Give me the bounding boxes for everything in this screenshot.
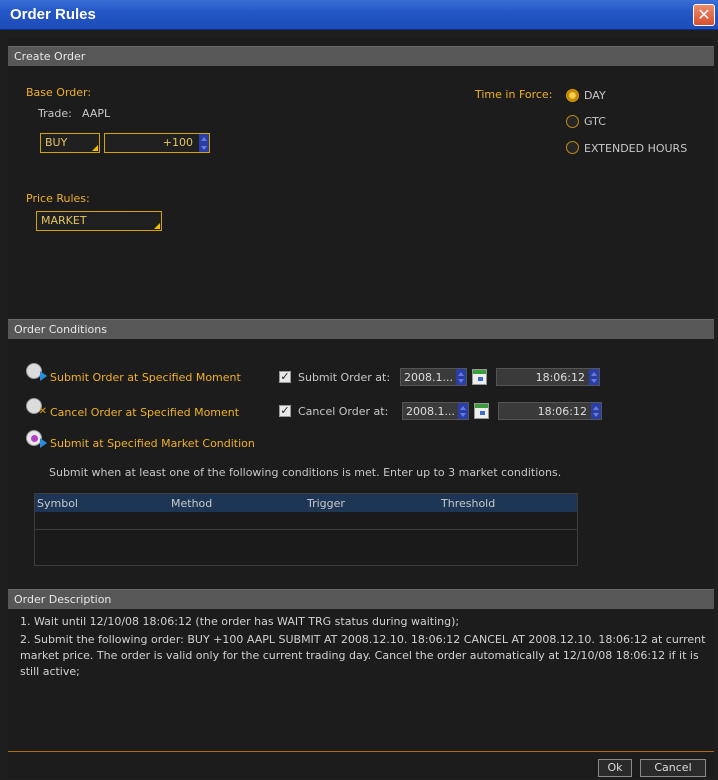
cancel-time-spin-icon[interactable] — [591, 403, 601, 419]
tif-day-label: DAY — [584, 89, 606, 102]
market-condition-icon — [26, 430, 47, 448]
ok-button[interactable]: Ok — [598, 759, 632, 777]
cancel-date-field[interactable]: 2008.1... — [402, 402, 469, 420]
submit-moment-condition[interactable]: Submit Order at Specified Moment — [50, 371, 241, 384]
column-method: Method — [171, 497, 213, 510]
column-symbol: Symbol — [37, 497, 78, 510]
window-title: Order Rules — [10, 6, 96, 23]
table-header: Symbol Method Trigger Threshold — [35, 494, 577, 512]
order-conditions-header: Order Conditions — [8, 319, 714, 339]
submit-moment-icon — [26, 363, 47, 381]
submit-date-value: 2008.1... — [404, 371, 453, 384]
cancel-calendar-icon[interactable] — [474, 403, 489, 419]
quantity-stepper[interactable]: +100 — [104, 133, 210, 153]
trade-label: Trade: — [38, 107, 72, 120]
market-condition[interactable]: Submit at Specified Market Condition — [50, 437, 255, 450]
tif-extended-hours-label: EXTENDED HOURS — [584, 142, 688, 155]
time-in-force-label: Time in Force: — [475, 88, 553, 101]
dropdown-corner-icon — [92, 145, 98, 151]
submit-time-field[interactable]: 18:06:12 — [496, 368, 600, 386]
order-description-header: Order Description — [8, 589, 714, 609]
price-rule-dropdown[interactable]: MARKET — [36, 211, 162, 231]
submit-date-spin-icon[interactable] — [456, 369, 466, 385]
cancel-order-at-label: Cancel Order at: — [298, 405, 389, 418]
trade-symbol: AAPL — [82, 107, 111, 120]
tif-gtc-radio[interactable] — [566, 115, 579, 128]
table-row[interactable] — [35, 529, 577, 530]
dropdown-corner-icon — [154, 223, 160, 229]
submit-time-spin-icon[interactable] — [589, 369, 599, 385]
footer-divider — [8, 751, 714, 752]
submit-order-checkbox[interactable]: ✓ — [279, 371, 291, 383]
price-rules-label: Price Rules: — [26, 192, 90, 205]
column-threshold: Threshold — [441, 497, 496, 510]
market-instruction: Submit when at least one of the followin… — [49, 466, 562, 479]
submit-date-field[interactable]: 2008.1... — [400, 368, 467, 386]
cancel-moment-condition[interactable]: Cancel Order at Specified Moment — [50, 406, 239, 419]
tif-extended-hours-radio[interactable] — [566, 141, 579, 154]
submit-calendar-icon[interactable] — [472, 369, 487, 385]
column-trigger: Trigger — [307, 497, 345, 510]
side-dropdown[interactable]: BUY — [40, 133, 100, 153]
description-line-1: 1. Wait until 12/10/08 18:06:12 (the ord… — [20, 615, 460, 628]
cancel-order-checkbox[interactable]: ✓ — [279, 405, 291, 417]
side-value: BUY — [45, 136, 68, 149]
close-button[interactable]: ✕ — [693, 4, 715, 26]
price-rule-value: MARKET — [41, 214, 87, 227]
cancel-date-value: 2008.1... — [406, 405, 455, 418]
tif-gtc-label: GTC — [584, 115, 606, 128]
quantity-spin-icon[interactable] — [199, 134, 209, 152]
title-bar: Order Rules ✕ — [0, 0, 718, 30]
submit-time-value: 18:06:12 — [535, 371, 585, 384]
cancel-date-spin-icon[interactable] — [458, 403, 468, 419]
submit-order-at-label: Submit Order at: — [298, 371, 391, 384]
tif-day-radio[interactable] — [566, 89, 579, 102]
cancel-moment-icon — [26, 398, 47, 417]
cancel-time-value: 18:06:12 — [537, 405, 587, 418]
market-conditions-table[interactable]: Symbol Method Trigger Threshold — [34, 493, 578, 566]
base-order-label: Base Order: — [26, 86, 92, 99]
create-order-header: Create Order — [8, 46, 714, 66]
quantity-value: +100 — [162, 136, 193, 149]
cancel-button[interactable]: Cancel — [640, 759, 706, 777]
description-line-2: 2. Submit the following order: BUY +100 … — [20, 633, 706, 678]
cancel-time-field[interactable]: 18:06:12 — [498, 402, 602, 420]
